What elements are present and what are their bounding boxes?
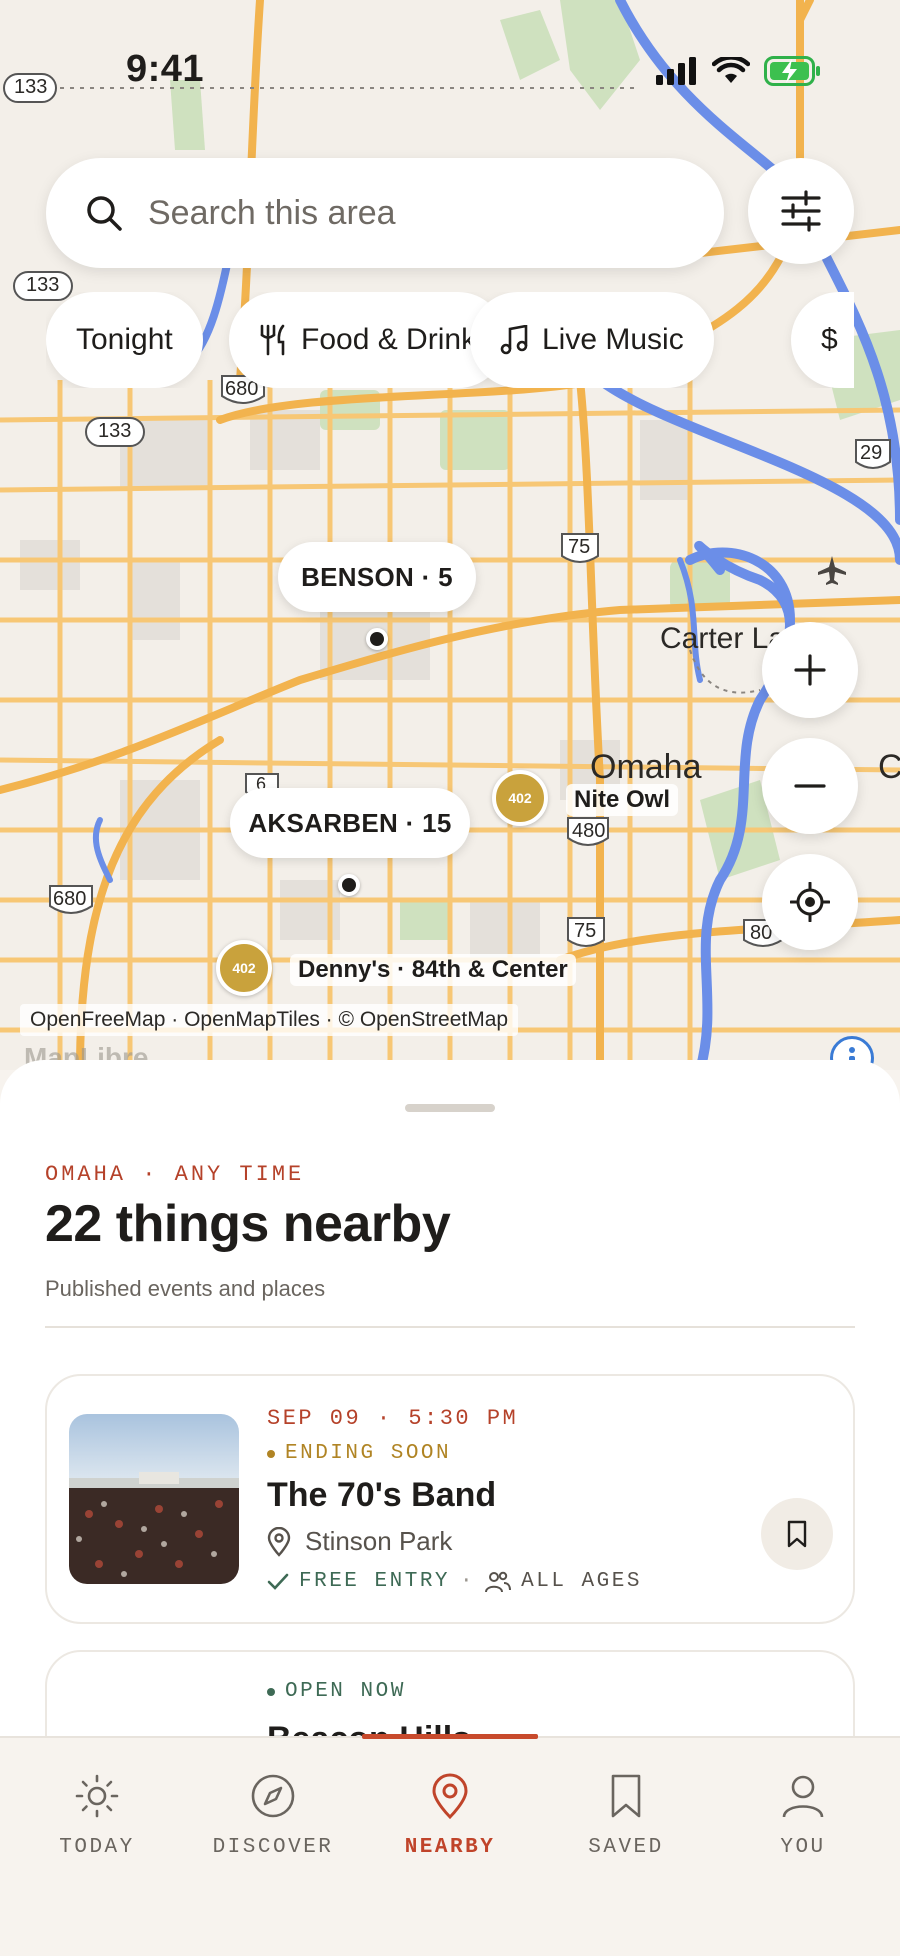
- tab-label: DISCOVER: [212, 1836, 334, 1859]
- cluster-pin[interactable]: [338, 874, 360, 896]
- location-pin-icon: [267, 1526, 291, 1557]
- event-thumbnail: [69, 1414, 239, 1584]
- status-bar: 9:41: [0, 0, 900, 130]
- tab-saved[interactable]: SAVED: [546, 1772, 706, 1859]
- sheet-title: 22 things nearby: [45, 1195, 451, 1253]
- route-label: 133: [98, 420, 132, 442]
- zoom-in-button[interactable]: [762, 622, 858, 718]
- sliders-icon: [781, 190, 821, 232]
- route-label: 480: [572, 820, 606, 842]
- tab-discover[interactable]: DISCOVER: [193, 1772, 353, 1859]
- chip-food-drink[interactable]: Food & Drink: [229, 292, 507, 388]
- place-marker[interactable]: 402: [216, 940, 272, 996]
- event-card[interactable]: SEP 09 · 5:30 PM ENDING SOON The 70's Ba…: [45, 1374, 855, 1624]
- filter-chips: Tonight Food & Drink Live Music $: [46, 292, 854, 388]
- chip-price[interactable]: $: [791, 292, 854, 388]
- city-label: Omaha: [590, 748, 702, 786]
- event-title[interactable]: The 70's Band: [267, 1476, 496, 1515]
- meta-separator: ·: [460, 1570, 476, 1593]
- price-label: FREE ENTRY: [299, 1570, 451, 1593]
- event-meta: FREE ENTRY · ALL AGES: [267, 1570, 642, 1593]
- status-time: 9:41: [126, 48, 205, 90]
- chip-label: $: [821, 323, 838, 356]
- person-icon: [782, 1775, 824, 1818]
- sheet-eyebrow: OMAHA · ANY TIME: [45, 1162, 305, 1187]
- route-label: 75: [568, 536, 591, 558]
- event-venue: Stinson Park: [267, 1526, 452, 1557]
- tag-label: OPEN NOW: [285, 1680, 406, 1703]
- tag-label: ENDING SOON: [285, 1442, 452, 1465]
- map-attribution[interactable]: OpenFreeMap · OpenMapTiles · © OpenStree…: [20, 1004, 519, 1036]
- filters-button[interactable]: [748, 158, 854, 264]
- crosshair-icon: [790, 882, 830, 922]
- divider: [45, 1326, 855, 1328]
- fork-knife-icon: [260, 324, 285, 356]
- bookmark-icon: [787, 1520, 807, 1548]
- status-icons: [656, 56, 822, 86]
- location-pin-icon: [432, 1773, 468, 1820]
- results-sheet: OMAHA · ANY TIME 22 things nearby Publis…: [0, 1060, 900, 1760]
- cluster-label: AKSARBEN · 15: [248, 807, 452, 838]
- active-tab-indicator: [362, 1734, 538, 1739]
- tab-nearby[interactable]: NEARBY: [370, 1772, 530, 1859]
- place-badge-text: 402: [508, 790, 532, 806]
- cluster-label: BENSON · 5: [301, 561, 453, 592]
- check-icon: [267, 1573, 289, 1590]
- minus-icon: [794, 784, 826, 788]
- compass-icon: [251, 1774, 295, 1818]
- locate-me-button[interactable]: [762, 854, 858, 950]
- bookmark-icon: [611, 1774, 641, 1818]
- place-marker[interactable]: 402: [492, 770, 548, 826]
- chip-label: Tonight: [76, 323, 173, 356]
- route-label: 75: [574, 920, 597, 942]
- tab-label: NEARBY: [404, 1836, 496, 1859]
- place-label[interactable]: Denny's · 84th & Center: [290, 954, 576, 986]
- ages-label: ALL AGES: [521, 1570, 642, 1593]
- route-label: 29: [860, 442, 883, 464]
- cluster-aksarben[interactable]: AKSARBEN · 15: [230, 788, 470, 858]
- area-label: C: [878, 748, 900, 786]
- chip-label: Food & Drink: [301, 323, 477, 356]
- search-placeholder[interactable]: Search this area: [148, 194, 396, 233]
- tab-bar: TODAY DISCOVER NEARBY SAVED YOU: [0, 1734, 900, 1956]
- wifi-icon: [712, 57, 750, 83]
- venue-label: Stinson Park: [305, 1526, 453, 1556]
- sheet-subtitle: Published events and places: [45, 1276, 326, 1301]
- crowd-photo: [69, 1414, 239, 1584]
- save-button[interactable]: [761, 1498, 833, 1570]
- open-now-tag: OPEN NOW: [267, 1680, 406, 1703]
- event-date: SEP 09 · 5:30 PM: [267, 1406, 519, 1431]
- battery-charging-icon: [764, 56, 820, 86]
- sun-icon: [75, 1774, 119, 1818]
- chip-tonight[interactable]: Tonight: [46, 292, 203, 388]
- zoom-out-button[interactable]: [762, 738, 858, 834]
- plus-icon: [794, 654, 826, 686]
- tab-you[interactable]: YOU: [723, 1772, 883, 1859]
- chip-live-music[interactable]: Live Music: [470, 292, 714, 388]
- signal-icon: [656, 57, 696, 85]
- place-badge-text: 402: [232, 960, 256, 976]
- tab-label: SAVED: [588, 1836, 664, 1859]
- chip-label: Live Music: [542, 323, 684, 356]
- dot-icon: [267, 1687, 275, 1696]
- music-note-icon: [500, 325, 528, 355]
- dot-icon: [267, 1449, 275, 1458]
- tab-label: YOU: [780, 1836, 826, 1859]
- ending-soon-tag: ENDING SOON: [267, 1442, 451, 1465]
- sheet-grabber[interactable]: [405, 1104, 495, 1112]
- cluster-benson[interactable]: BENSON · 5: [278, 542, 476, 612]
- map-view[interactable]: 133 133 133 680 680 75 75 480 29 80 6 Om…: [0, 0, 900, 1070]
- tab-today[interactable]: TODAY: [17, 1772, 177, 1859]
- search-bar[interactable]: Search this area: [46, 158, 724, 268]
- route-label: 680: [53, 888, 87, 910]
- people-icon: [485, 1571, 512, 1592]
- search-icon: [87, 196, 122, 231]
- cluster-pin[interactable]: [366, 628, 388, 650]
- tab-label: TODAY: [59, 1836, 135, 1859]
- place-label[interactable]: Nite Owl: [566, 784, 679, 816]
